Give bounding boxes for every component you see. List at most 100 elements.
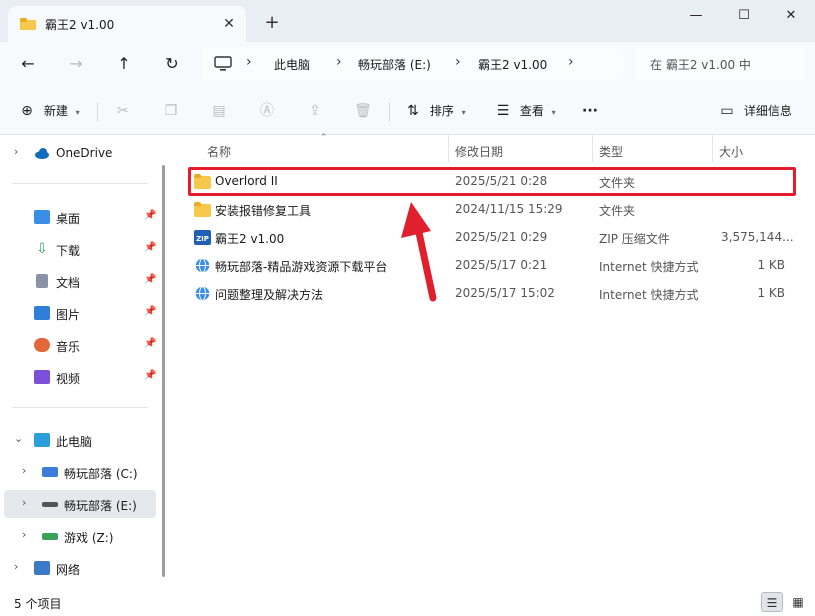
sidebar-item-network[interactable]: › 网络 <box>4 554 156 582</box>
new-button[interactable]: ⊕ 新建 ▾ <box>18 100 80 122</box>
sidebar-item-this-pc[interactable]: ⌄ 此电脑 <box>4 426 156 454</box>
share-button[interactable]: ⇪ <box>306 100 324 122</box>
details-pane-button[interactable]: ▭ 详细信息 <box>718 100 792 122</box>
chevron-right-icon: › <box>568 54 574 70</box>
pin-icon[interactable]: 📌 <box>144 370 156 381</box>
file-row[interactable]: 畅玩部落-精品游戏资源下载平台 2025/5/17 0:21 Internet … <box>188 252 794 280</box>
sidebar-item-label: 图片 <box>56 308 81 322</box>
column-divider[interactable] <box>712 135 713 162</box>
pin-icon[interactable]: 📌 <box>144 242 156 253</box>
column-divider[interactable] <box>448 135 449 162</box>
pin-icon[interactable]: 📌 <box>144 306 156 317</box>
pin-icon[interactable]: 📌 <box>144 210 156 221</box>
rename-icon: Ⓐ <box>260 103 274 119</box>
sort-arrows-icon: ⇅ <box>407 103 419 119</box>
picture-icon <box>34 306 50 320</box>
column-header-size[interactable]: 大小 <box>719 143 743 160</box>
chevron-right-icon[interactable]: › <box>22 496 26 509</box>
sidebar-item-label: 文档 <box>56 276 81 290</box>
network-icon <box>34 561 50 575</box>
music-icon <box>34 338 50 352</box>
sidebar-item-label: 畅玩部落 (E:) <box>64 499 137 513</box>
chevron-down-icon[interactable]: ⌄ <box>14 432 23 445</box>
view-button-label: 查看 <box>519 104 544 118</box>
red-arrow-annotation <box>401 202 437 302</box>
sidebar-item-label: 桌面 <box>56 212 81 226</box>
zip-icon: ZIP <box>194 230 211 245</box>
pin-icon[interactable]: 📌 <box>144 338 156 349</box>
sidebar-scrollbar[interactable] <box>162 165 165 577</box>
minimize-button[interactable]: — <box>681 5 711 27</box>
up-button[interactable]: ↑ <box>110 51 138 77</box>
scissors-icon: ✂ <box>117 103 129 119</box>
details-pane-label: 详细信息 <box>743 104 792 118</box>
chevron-right-icon: › <box>455 54 461 70</box>
delete-button[interactable]: 🗑 <box>354 100 372 122</box>
address-bar[interactable]: › 此电脑 › 畅玩部落 (E:) › 霸王2 v1.00 › <box>202 48 624 80</box>
file-row[interactable]: ZIP 霸王2 v1.00 2025/5/21 0:29 ZIP 压缩文件 3,… <box>188 224 794 252</box>
tab-current[interactable]: 霸王2 v1.00 ✕ <box>8 6 246 42</box>
plus-circle-icon: ⊕ <box>21 103 33 119</box>
sidebar-item-onedrive[interactable]: › OneDrive <box>4 139 156 167</box>
column-header-date[interactable]: 修改日期 <box>455 143 503 160</box>
internet-shortcut-icon <box>195 258 210 273</box>
sidebar-item-drive-z[interactable]: › 游戏 (Z:) <box>4 522 156 550</box>
file-type: Internet 快捷方式 <box>599 288 699 302</box>
status-bar: 5 个项目 ☰ ▦ <box>0 590 815 616</box>
sidebar-item-drive-c[interactable]: › 畅玩部落 (C:) <box>4 458 156 486</box>
share-icon: ⇪ <box>309 103 321 119</box>
document-icon <box>36 274 48 288</box>
tiles-view-icon[interactable]: ▦ <box>787 592 809 612</box>
chevron-down-icon: ▾ <box>461 108 466 117</box>
rename-button[interactable]: Ⓐ <box>258 100 276 122</box>
file-size: 1 KB <box>757 258 785 272</box>
sort-button[interactable]: ⇅ 排序 ▾ <box>404 100 466 122</box>
sidebar-item-label: 游戏 (Z:) <box>64 531 114 545</box>
desktop-icon <box>34 210 50 224</box>
sidebar-item-desktop[interactable]: 桌面 📌 <box>4 203 156 231</box>
details-view-icon[interactable]: ☰ <box>761 592 783 612</box>
chevron-right-icon[interactable]: › <box>22 528 26 541</box>
sidebar-item-label: 音乐 <box>56 340 81 354</box>
close-tab-icon[interactable]: ✕ <box>220 15 238 33</box>
maximize-button[interactable]: ☐ <box>729 5 759 27</box>
chevron-down-icon: ▾ <box>551 108 556 117</box>
search-box[interactable]: 在 霸王2 v1.00 中 <box>636 48 804 80</box>
file-date: 2024/11/15 15:29 <box>455 202 563 216</box>
refresh-button[interactable]: ↻ <box>158 51 186 77</box>
sidebar-item-music[interactable]: 音乐 📌 <box>4 331 156 359</box>
view-button[interactable]: ☰ 查看 ▾ <box>494 100 556 122</box>
sidebar-item-documents[interactable]: 文档 📌 <box>4 267 156 295</box>
cut-button[interactable]: ✂ <box>114 100 132 122</box>
copy-button[interactable]: ❐ <box>162 100 180 122</box>
chevron-right-icon[interactable]: › <box>14 145 18 158</box>
file-list: 名称 ⌃ 修改日期 类型 大小 Overlord II 2025/5/21 0:… <box>176 133 815 590</box>
sidebar-item-drive-e[interactable]: › 畅玩部落 (E:) <box>4 490 156 518</box>
close-window-button[interactable]: ✕ <box>776 5 806 27</box>
sidebar-item-pictures[interactable]: 图片 📌 <box>4 299 156 327</box>
chevron-right-icon[interactable]: › <box>22 464 26 477</box>
sort-ascending-icon: ⌃ <box>320 133 328 143</box>
back-button[interactable]: ← <box>14 51 42 77</box>
breadcrumb-current-folder[interactable]: 霸王2 v1.00 <box>478 56 547 73</box>
video-icon <box>34 370 50 384</box>
more-options-button[interactable]: ··· <box>582 100 598 122</box>
file-row[interactable]: 安装报错修复工具 2024/11/15 15:29 文件夹 <box>188 196 794 224</box>
sidebar-item-label: 畅玩部落 (C:) <box>64 467 138 481</box>
breadcrumb-this-pc[interactable]: 此电脑 <box>274 56 310 73</box>
breadcrumb-drive-e[interactable]: 畅玩部落 (E:) <box>358 56 431 73</box>
column-divider[interactable] <box>592 135 593 162</box>
column-header-name[interactable]: 名称 <box>207 143 231 160</box>
download-icon: ⇩ <box>36 241 48 257</box>
more-icon: ··· <box>582 103 598 119</box>
paste-button[interactable]: ▤ <box>210 100 228 122</box>
column-header-type[interactable]: 类型 <box>599 143 623 160</box>
forward-button[interactable]: → <box>62 51 90 77</box>
sidebar-item-videos[interactable]: 视频 📌 <box>4 363 156 391</box>
sidebar-divider <box>12 183 148 184</box>
chevron-right-icon[interactable]: › <box>14 560 18 573</box>
new-tab-button[interactable]: + <box>262 13 282 33</box>
sidebar-item-downloads[interactable]: ⇩ 下载 📌 <box>4 235 156 263</box>
file-row[interactable]: 问题整理及解决方法 2025/5/17 15:02 Internet 快捷方式 … <box>188 280 794 308</box>
pin-icon[interactable]: 📌 <box>144 274 156 285</box>
